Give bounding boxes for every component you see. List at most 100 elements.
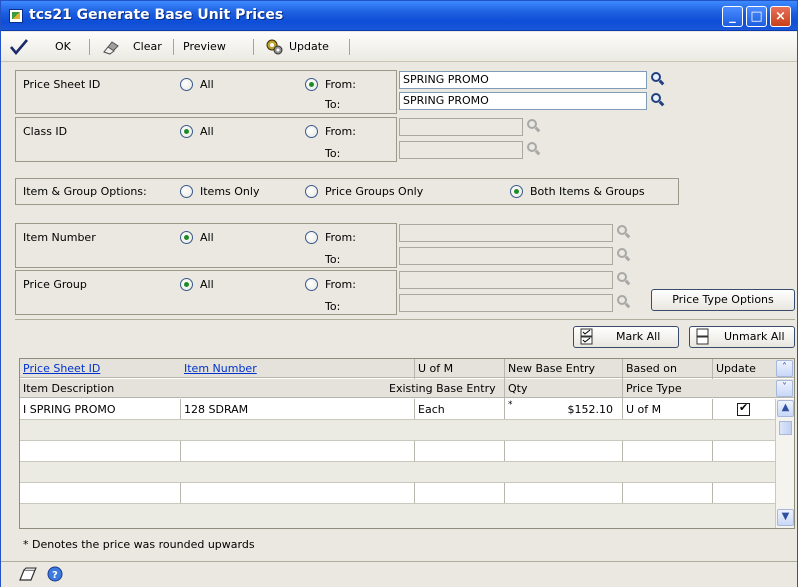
price-groups-only-label: Price Groups Only	[325, 185, 424, 198]
class-id-label: Class ID	[23, 125, 68, 138]
mark-all-icon	[580, 328, 593, 345]
price-groups-only-radio[interactable]	[305, 185, 318, 198]
price-sheet-to-input[interactable]: SPRING PROMO	[399, 92, 647, 110]
item-group-options-group: Item & Group Options: Items Only Price G…	[15, 178, 679, 205]
scroll-up-icon[interactable]: ▲	[777, 400, 794, 417]
item-group-options-label: Item & Group Options:	[23, 185, 147, 198]
cell-uofm[interactable]: Each	[415, 400, 504, 419]
collapse-rows-icon[interactable]: ˄	[776, 360, 793, 377]
price-group-label: Price Group	[23, 278, 87, 291]
maximize-button[interactable]: □	[746, 6, 767, 27]
gears-icon	[266, 39, 283, 55]
class-id-all-radio[interactable]	[180, 125, 193, 138]
both-items-groups-radio[interactable]	[510, 185, 523, 198]
items-only-radio[interactable]	[180, 185, 193, 198]
lookup-icon	[615, 224, 631, 242]
col-qty: Qty	[508, 382, 528, 395]
close-button[interactable]: ×	[770, 6, 791, 27]
help-icon[interactable]: ?	[47, 566, 65, 584]
item-number-to-input[interactable]	[399, 247, 613, 265]
table-row[interactable]	[20, 462, 775, 483]
lookup-icon[interactable]	[649, 71, 665, 89]
table-row[interactable]	[20, 483, 775, 504]
col-new-base-entry: New Base Entry	[508, 362, 596, 375]
lookup-icon	[525, 141, 541, 159]
class-id-group: Class ID All From: To:	[15, 117, 397, 162]
price-group-all-radio[interactable]	[180, 278, 193, 291]
clear-label: Clear	[133, 40, 162, 53]
title-bar: tcs21 Generate Base Unit Prices _ □ ×	[1, 1, 797, 31]
unmark-all-button[interactable]: Unmark All	[689, 326, 795, 348]
price-group-group: Price Group All From: To:	[15, 270, 397, 315]
app-icon	[9, 9, 23, 23]
minimize-button[interactable]: _	[722, 6, 743, 27]
cell-based-on[interactable]: U of M	[623, 400, 712, 419]
table-row[interactable]	[20, 441, 775, 462]
table-row[interactable]: I SPRING PROMO 128 SDRAM Each * $152.10 …	[20, 399, 775, 420]
update-label: Update	[289, 40, 329, 53]
mark-all-label: Mark All	[616, 330, 661, 343]
mark-all-button[interactable]: Mark All	[573, 326, 679, 348]
price-sheet-from-radio[interactable]	[305, 78, 318, 91]
price-group-to-label: To:	[325, 300, 341, 313]
class-id-all-label: All	[200, 125, 214, 138]
price-type-options-button[interactable]: Price Type Options	[651, 289, 795, 311]
cell-price-sheet[interactable]: I SPRING PROMO	[20, 400, 180, 419]
col-item-number[interactable]: Item Number	[181, 359, 415, 378]
unmark-all-label: Unmark All	[724, 330, 785, 343]
both-items-groups-label: Both Items & Groups	[530, 185, 645, 198]
price-sheet-label: Price Sheet ID	[23, 78, 101, 91]
price-sheet-group: Price Sheet ID All From: To:	[15, 70, 397, 114]
grid-scrollbar[interactable]: ▲ ▼	[775, 399, 794, 528]
ok-button[interactable]: OK	[9, 38, 79, 56]
col-based-on: Based on	[626, 362, 677, 375]
class-id-to-input[interactable]	[399, 141, 523, 159]
preview-button[interactable]: Preview	[183, 38, 243, 56]
scroll-down-icon[interactable]: ▼	[777, 509, 794, 526]
price-group-from-input[interactable]	[399, 271, 613, 289]
price-grid: Price Sheet ID Item Number U of M New Ba…	[19, 358, 795, 529]
item-number-from-radio[interactable]	[305, 231, 318, 244]
item-number-all-radio[interactable]	[180, 231, 193, 244]
update-button[interactable]: Update	[263, 38, 343, 56]
col-price-type: Price Type	[626, 382, 682, 395]
class-id-from-input[interactable]	[399, 118, 523, 136]
col-price-sheet-id[interactable]: Price Sheet ID	[20, 359, 180, 378]
class-id-to-label: To:	[325, 147, 341, 160]
price-sheet-all-label: All	[200, 78, 214, 91]
clear-button[interactable]: Clear	[97, 38, 169, 56]
item-number-to-label: To:	[325, 253, 341, 266]
table-row[interactable]	[20, 420, 775, 441]
item-number-from-input[interactable]	[399, 224, 613, 242]
cell-rounded-flag: *	[508, 400, 513, 410]
svg-text:?: ?	[52, 570, 58, 581]
grid-header-row-1: Price Sheet ID Item Number U of M New Ba…	[20, 359, 794, 378]
update-checkbox[interactable]	[737, 401, 750, 416]
cell-item-number[interactable]: 128 SDRAM	[181, 400, 414, 419]
col-uofm: U of M	[418, 362, 454, 375]
price-group-from-radio[interactable]	[305, 278, 318, 291]
item-number-label: Item Number	[23, 231, 96, 244]
expand-rows-icon[interactable]: ˅	[776, 380, 793, 397]
scroll-thumb[interactable]	[779, 421, 792, 435]
ok-label: OK	[55, 40, 71, 53]
note-icon[interactable]	[17, 566, 39, 584]
price-group-to-input[interactable]	[399, 294, 613, 312]
status-bar: ?	[1, 561, 797, 587]
table-row[interactable]	[20, 504, 775, 528]
cell-new-base-entry[interactable]: $152.10	[517, 400, 617, 419]
divider	[15, 319, 795, 320]
class-id-from-radio[interactable]	[305, 125, 318, 138]
class-id-from-label: From:	[325, 125, 356, 138]
price-type-options-label: Price Type Options	[672, 293, 774, 306]
price-sheet-from-input[interactable]: SPRING PROMO	[399, 71, 647, 89]
price-sheet-from-label: From:	[325, 78, 356, 91]
unmark-all-icon	[696, 328, 709, 345]
price-sheet-all-radio[interactable]	[180, 78, 193, 91]
lookup-icon[interactable]	[649, 92, 665, 110]
item-number-group: Item Number All From: To:	[15, 223, 397, 268]
eraser-icon	[103, 41, 119, 55]
preview-label: Preview	[183, 40, 226, 53]
window-title: tcs21 Generate Base Unit Prices	[29, 7, 284, 23]
items-only-label: Items Only	[200, 185, 260, 198]
